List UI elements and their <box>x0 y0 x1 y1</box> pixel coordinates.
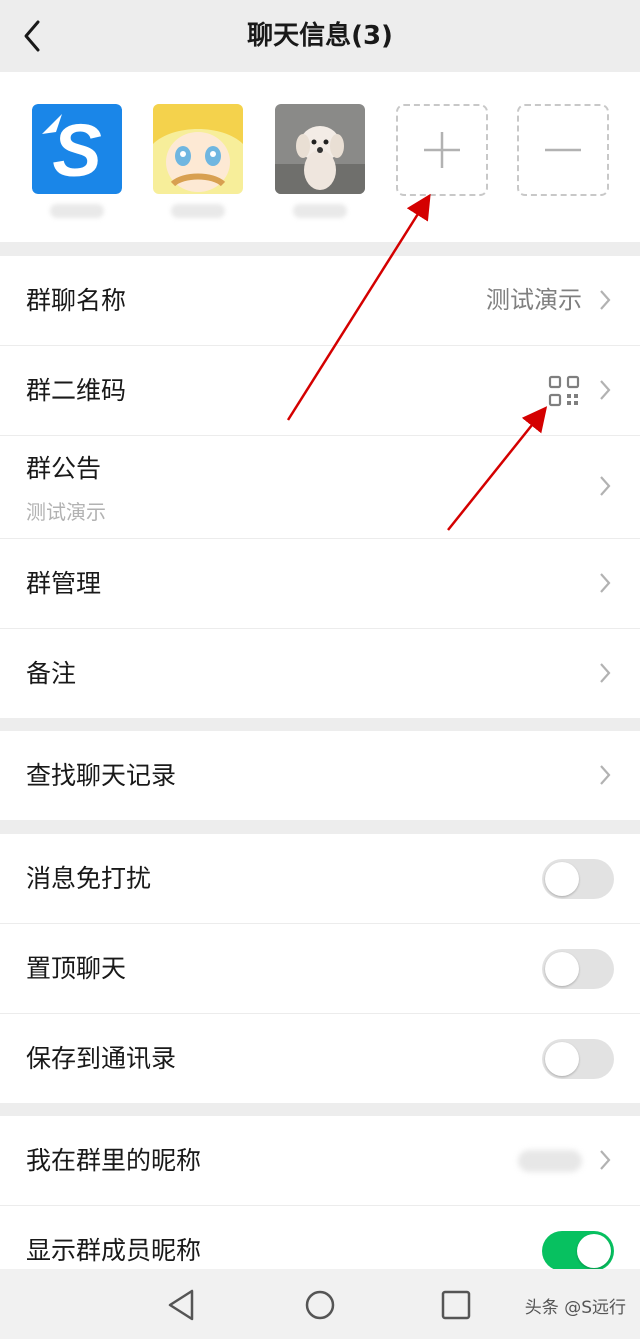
mute-toggle[interactable] <box>542 859 614 899</box>
member-1[interactable]: S <box>32 104 122 218</box>
nav-back-icon[interactable] <box>162 1285 202 1325</box>
chevron-right-icon <box>600 1150 611 1170</box>
group-qrcode-label: 群二维码 <box>26 376 127 405</box>
pin-label: 置顶聊天 <box>26 954 127 983</box>
save-contacts-label: 保存到通讯录 <box>26 1044 177 1073</box>
toggle-knob <box>577 1234 611 1268</box>
save-contacts-row: 保存到通讯录 <box>0 1014 640 1103</box>
member-name <box>171 204 225 218</box>
svg-text:S: S <box>52 109 101 192</box>
member-2[interactable] <box>153 104 243 218</box>
group-notice-row[interactable]: 群公告 测试演示 <box>0 436 640 539</box>
my-nickname-value <box>518 1150 582 1172</box>
group-manage-label: 群管理 <box>26 569 102 598</box>
pin-row: 置顶聊天 <box>0 924 640 1014</box>
member-name <box>293 204 347 218</box>
avatar[interactable] <box>275 104 365 194</box>
group-manage-row[interactable]: 群管理 <box>0 539 640 629</box>
search-section: 查找聊天记录 <box>0 731 640 820</box>
white-dog-photo-icon <box>275 104 365 194</box>
chevron-right-icon <box>600 476 611 496</box>
my-nickname-label: 我在群里的昵称 <box>26 1146 202 1175</box>
group-notice-label: 群公告 <box>26 454 102 483</box>
page-title: 聊天信息(3) <box>247 21 393 51</box>
member-grid: S <box>0 72 640 242</box>
chevron-right-icon <box>600 663 611 683</box>
qr-code-icon <box>548 375 580 407</box>
group-notice-value: 测试演示 <box>26 500 106 524</box>
anime-character-icon <box>153 104 243 194</box>
chevron-right-icon <box>600 380 611 400</box>
chevron-right-icon <box>600 290 611 310</box>
group-qrcode-row[interactable]: 群二维码 <box>0 346 640 436</box>
group-name-value: 测试演示 <box>486 286 582 314</box>
group-settings-section: 群聊名称 测试演示 群二维码 群公告 测试演示 群管理 备注 <box>0 256 640 718</box>
chevron-right-icon <box>600 573 611 593</box>
mute-label: 消息免打扰 <box>26 864 152 893</box>
top-bar: 聊天信息(3) <box>0 0 640 72</box>
toggle-section: 消息免打扰 置顶聊天 保存到通讯录 <box>0 834 640 1103</box>
chevron-right-icon <box>600 765 611 785</box>
member-3[interactable] <box>275 104 365 218</box>
avatar[interactable] <box>153 104 243 194</box>
nav-home-icon[interactable] <box>300 1285 340 1325</box>
remark-row[interactable]: 备注 <box>0 629 640 718</box>
avatar[interactable]: S <box>32 104 122 194</box>
show-nickname-toggle[interactable] <box>542 1231 614 1271</box>
toggle-knob <box>545 1042 579 1076</box>
my-nickname-row[interactable]: 我在群里的昵称 <box>0 1116 640 1206</box>
add-member-button[interactable] <box>396 104 488 196</box>
save-contacts-toggle[interactable] <box>542 1039 614 1079</box>
search-history-label: 查找聊天记录 <box>26 761 177 790</box>
blue-s-logo-icon: S <box>32 104 122 194</box>
nav-recents-icon[interactable] <box>436 1285 476 1325</box>
group-name-label: 群聊名称 <box>26 286 127 315</box>
watermark: 头条 @S远行 <box>524 1298 626 1318</box>
toggle-knob <box>545 952 579 986</box>
remark-label: 备注 <box>26 659 77 688</box>
mute-row: 消息免打扰 <box>0 834 640 924</box>
search-history-row[interactable]: 查找聊天记录 <box>0 731 640 820</box>
plus-icon <box>424 132 460 168</box>
member-name <box>50 204 104 218</box>
remove-member-button[interactable] <box>517 104 609 196</box>
minus-icon <box>545 148 581 152</box>
group-name-row[interactable]: 群聊名称 测试演示 <box>0 256 640 346</box>
pin-toggle[interactable] <box>542 949 614 989</box>
toggle-knob <box>545 862 579 896</box>
